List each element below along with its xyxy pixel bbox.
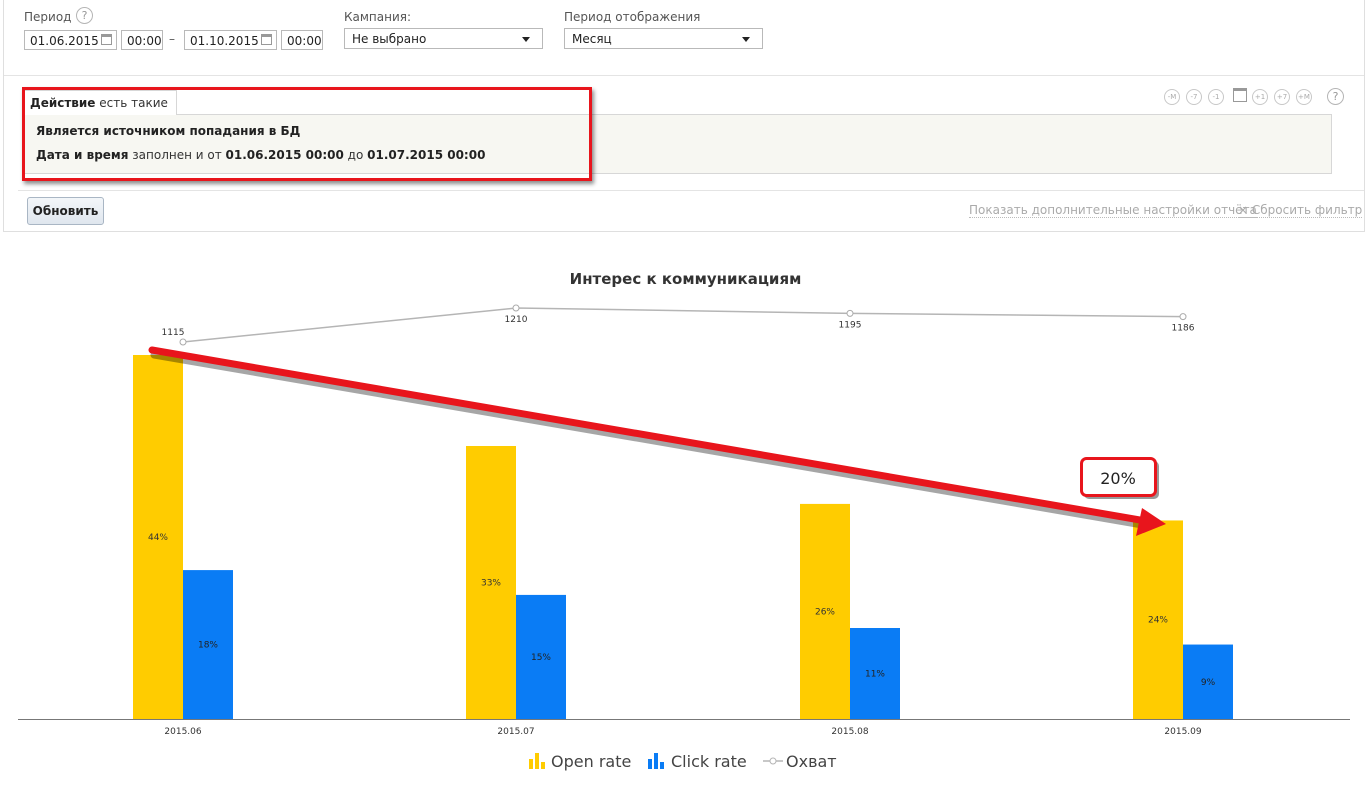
trend-arrow-shadow <box>150 351 1152 530</box>
line-marker-icon[interactable] <box>763 755 783 767</box>
reach-point <box>179 338 187 346</box>
bar-chart-icon[interactable] <box>529 753 545 769</box>
annotation-label: 20% <box>1100 469 1136 488</box>
x-tick-label: 2015.08 <box>831 727 868 737</box>
legend-click-rate[interactable]: Click rate <box>671 752 747 771</box>
reach-point <box>512 304 520 312</box>
legend-open-rate[interactable]: Open rate <box>551 752 631 771</box>
click-rate-label: 11% <box>865 670 885 680</box>
x-tick-label: 2015.09 <box>1164 727 1201 737</box>
reach-line <box>182 307 1184 343</box>
open-rate-label: 26% <box>815 607 835 617</box>
bar-chart-icon[interactable] <box>648 753 664 769</box>
x-tick-label: 2015.07 <box>497 727 534 737</box>
click-rate-label: 15% <box>531 653 551 663</box>
highlight-annotation-box <box>22 87 592 181</box>
open-rate-label: 33% <box>481 579 501 589</box>
click-rate-label: 9% <box>1201 678 1216 688</box>
reach-label: 1115 <box>162 328 185 338</box>
reach-label: 1210 <box>505 315 528 325</box>
reach-point <box>1179 313 1187 321</box>
reach-label: 1195 <box>839 320 862 330</box>
reach-label: 1186 <box>1172 324 1195 334</box>
legend-reach[interactable]: Охват <box>786 752 837 771</box>
x-tick-label: 2015.06 <box>164 727 201 737</box>
open-rate-label: 44% <box>148 533 168 543</box>
trend-arrow-line <box>148 346 1150 525</box>
open-rate-label: 24% <box>1148 616 1168 626</box>
reach-point <box>846 309 854 317</box>
click-rate-label: 18% <box>198 641 218 651</box>
